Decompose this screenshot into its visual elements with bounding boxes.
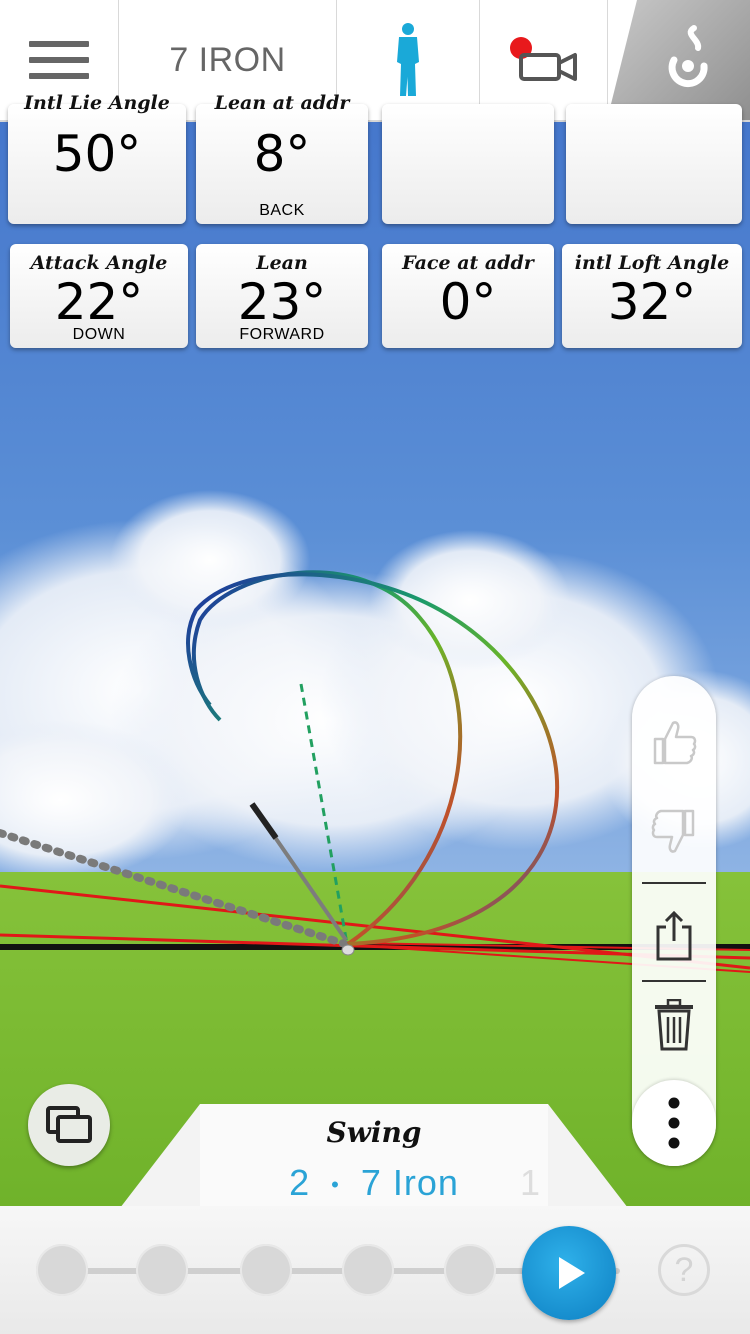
stat-value: 32°: [607, 273, 697, 331]
swing-actions-panel: [632, 676, 716, 1166]
stat-card-attack-angle[interactable]: Attack Angle 22° DOWN: [10, 244, 188, 348]
stat-label: Attack Angle: [30, 252, 168, 274]
help-button[interactable]: ?: [658, 1244, 710, 1296]
golfer-silhouette-icon: [397, 23, 419, 97]
trash-icon: [655, 999, 693, 1051]
more-button[interactable]: [632, 1080, 716, 1166]
stat-label: Lean at addr: [214, 92, 350, 114]
timeline-position[interactable]: [136, 1244, 188, 1296]
swing-tab-title: Swing: [326, 1116, 422, 1149]
next-swing-number[interactable]: 1: [520, 1162, 540, 1204]
panel-divider: [642, 882, 706, 884]
share-button[interactable]: [632, 892, 716, 978]
stat-value: 23°: [237, 273, 327, 331]
stat-value: 22°: [54, 273, 144, 331]
timeline-position[interactable]: [240, 1244, 292, 1296]
thumbs-up-icon: [653, 721, 697, 765]
stat-label: intl Loft Angle: [574, 252, 730, 274]
swing-separator: •: [331, 1172, 340, 1198]
thumbs-down-icon: [651, 809, 695, 853]
play-icon: [559, 1257, 585, 1289]
stat-direction: FORWARD: [239, 326, 325, 343]
stat-card-lean-at-addr[interactable]: Lean at addr 8° BACK: [196, 92, 368, 224]
share-icon: [656, 910, 692, 961]
timeline-position[interactable]: [36, 1244, 88, 1296]
stat-direction: BACK: [259, 202, 305, 219]
stat-label: Intl Lie Angle: [24, 92, 170, 114]
swing-club: 7 Iron: [360, 1162, 459, 1203]
stat-direction: DOWN: [72, 326, 126, 343]
timeline-position[interactable]: [342, 1244, 394, 1296]
layers-button[interactable]: [28, 1084, 110, 1166]
swing-number: 2: [289, 1162, 311, 1203]
stat-label: Face at addr: [402, 252, 534, 274]
stat-card-intl-lie-angle[interactable]: Intl Lie Angle 50°: [8, 92, 186, 224]
panel-divider: [642, 980, 706, 982]
stat-card-empty[interactable]: [382, 104, 554, 224]
brand-logo-button[interactable]: [607, 0, 750, 120]
club-label: 7 IRON: [169, 40, 286, 79]
stat-card-empty[interactable]: [566, 104, 742, 224]
stat-card-face-at-addr[interactable]: Face at addr 0°: [382, 244, 554, 348]
stat-value: 8°: [253, 125, 311, 183]
like-button[interactable]: [632, 702, 716, 782]
record-video-icon: [509, 37, 577, 81]
play-button[interactable]: [522, 1226, 616, 1320]
stat-value: 0°: [439, 273, 497, 331]
delete-button[interactable]: [632, 990, 716, 1060]
swing-selector-tab[interactable]: Swing 2 • 7 Iron 1: [120, 1104, 628, 1208]
stat-label: Lean: [256, 252, 308, 274]
more-vertical-icon: [668, 1097, 680, 1149]
stat-value: 50°: [52, 125, 142, 183]
timeline-position[interactable]: [444, 1244, 496, 1296]
brand-swirl-logo: [668, 25, 708, 88]
swing-tab-subtitle: 2 • 7 Iron: [200, 1162, 548, 1204]
record-video-button[interactable]: [480, 0, 608, 120]
stat-card-intl-loft-angle[interactable]: intl Loft Angle 32°: [562, 244, 742, 348]
dislike-button[interactable]: [632, 792, 716, 872]
layers-icon: [46, 1106, 92, 1143]
hamburger-icon: [29, 31, 89, 89]
stat-card-lean[interactable]: Lean 23° FORWARD: [196, 244, 368, 348]
